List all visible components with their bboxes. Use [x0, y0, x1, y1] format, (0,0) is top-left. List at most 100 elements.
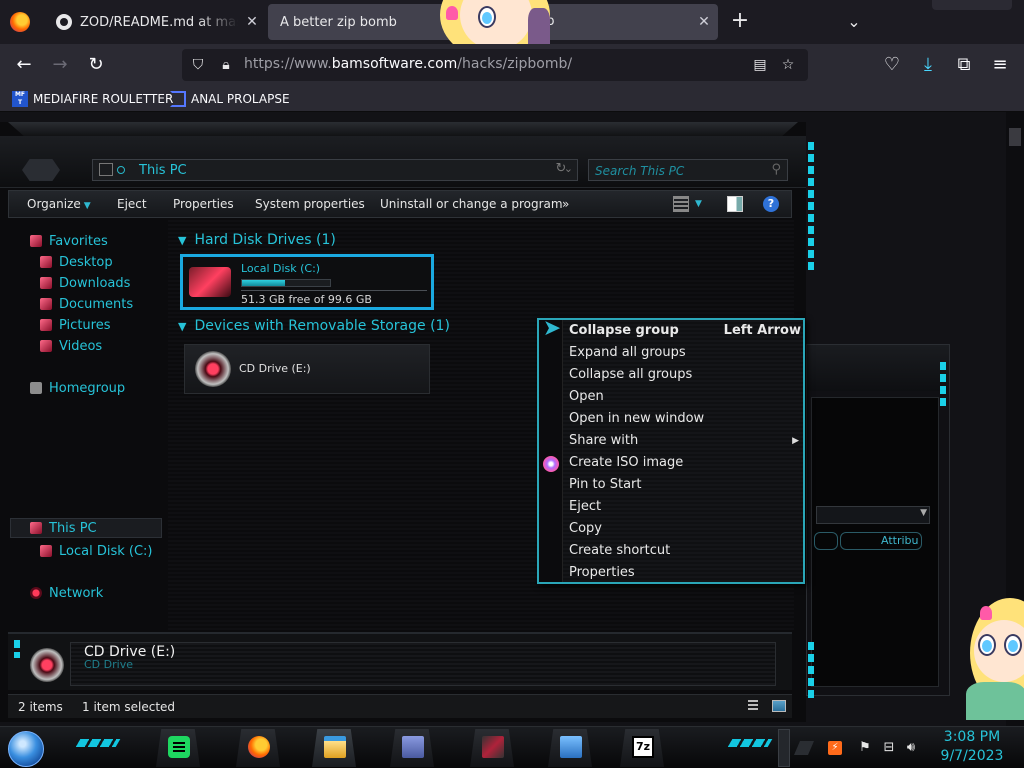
nav-documents[interactable]: Documents [40, 295, 133, 313]
menu-item-properties[interactable]: Properties [569, 562, 801, 584]
search-placeholder[interactable]: Search This PC [595, 164, 684, 178]
reader-view-icon[interactable]: ▤ [750, 55, 770, 75]
pocket-icon[interactable]: ♡ [878, 52, 906, 78]
organize-button[interactable]: Organize ▼ [27, 197, 91, 211]
help-icon[interactable]: ? [763, 196, 779, 212]
firefox-view-icon[interactable] [10, 12, 30, 32]
taskbar-app-firefox[interactable] [236, 729, 280, 767]
background-window-dropdown[interactable]: ▼ [816, 506, 930, 524]
context-menu: ➤ Collapse group Left Arrow Expand all g… [537, 316, 805, 584]
address-text[interactable]: This PC [139, 163, 187, 178]
menu-item-open-new-window[interactable]: Open in new window [569, 408, 801, 430]
volume-icon[interactable]: 🔊︎ [904, 741, 918, 755]
lock-icon[interactable]: 🔒︎ [216, 55, 236, 75]
extensions-icon[interactable]: ⧉ [950, 52, 978, 78]
page-scrollbar-thumb[interactable] [1009, 128, 1021, 146]
change-view-icon[interactable] [673, 196, 689, 212]
uninstall-program-button[interactable]: Uninstall or change a program [380, 197, 563, 211]
hamburger-menu-icon[interactable]: ≡ [986, 52, 1014, 78]
url-bar[interactable]: ⛉ 🔒︎ https://www.bamsoftware.com/hacks/z… [182, 49, 808, 81]
start-button[interactable] [8, 731, 44, 767]
status-item-count: 2 items [18, 700, 63, 714]
details-view-icon[interactable] [748, 700, 758, 712]
background-window-tab-a[interactable] [814, 532, 838, 550]
nav-downloads[interactable]: Downloads [40, 274, 130, 292]
url-text[interactable]: https://www.bamsoftware.com/hacks/zipbom… [244, 56, 572, 72]
context-menu-gutter [539, 320, 563, 582]
drive-tile-cd-drive[interactable]: CD Drive (E:) [184, 344, 430, 394]
menu-item-expand-all-groups[interactable]: Expand all groups [569, 342, 801, 364]
drive-tile-local-disk[interactable]: Local Disk (C:) 51.3 GB free of 99.6 GB [180, 254, 434, 310]
chevron-down-icon[interactable]: ▼ [695, 199, 711, 215]
menu-item-create-shortcut[interactable]: Create shortcut [569, 540, 801, 562]
bookmark-label: ANAL PROLAPSE [191, 92, 290, 106]
properties-button[interactable]: Properties [173, 197, 234, 211]
large-icons-view-icon[interactable] [772, 700, 786, 712]
nav-network[interactable]: Network [30, 584, 103, 602]
nav-label: Videos [59, 338, 103, 354]
window-frame-deco [940, 362, 946, 410]
menu-item-eject[interactable]: Eject [569, 496, 801, 518]
nav-videos[interactable]: Videos [40, 337, 102, 355]
refresh-icon[interactable]: ↻ [552, 161, 570, 179]
nav-pictures[interactable]: Pictures [40, 316, 110, 334]
tab-close-icon[interactable]: ✕ [690, 14, 718, 30]
taskbar-app-tool[interactable] [470, 729, 514, 767]
nav-desktop[interactable]: Desktop [40, 253, 113, 271]
new-tab-button[interactable]: + [728, 10, 752, 34]
downloads-icon [40, 277, 52, 289]
screen: ZOD/README.md at master · iam ✕ A better… [0, 0, 1024, 768]
bookmark-second[interactable]: ANAL PROLAPSE [170, 89, 290, 109]
menu-item-create-iso[interactable]: Create ISO image [569, 452, 801, 474]
reload-icon[interactable]: ↻ [82, 52, 110, 78]
taskbar-app-spotify[interactable] [156, 729, 200, 767]
tracking-shield-icon[interactable]: ⛉ [188, 55, 208, 75]
downloads-icon[interactable]: ⤓ [914, 52, 942, 78]
explorer-header: This PC ⌄ ↻ Search This PC ⚲ [0, 136, 806, 188]
system-clock[interactable]: 3:08 PM 9/7/2023 [928, 728, 1016, 766]
bookmark-mediafire[interactable]: MF T MEDIAFIRE ROULETTER [12, 89, 173, 109]
chevron-down-icon[interactable]: ▼ [178, 320, 186, 333]
nav-this-pc[interactable]: This PC [30, 519, 97, 537]
preview-pane-icon[interactable] [727, 196, 743, 212]
menu-item-collapse-group[interactable]: ➤ Collapse group Left Arrow [543, 316, 801, 342]
star-icon [30, 235, 42, 247]
menu-item-collapse-all-groups[interactable]: Collapse all groups [569, 364, 801, 386]
taskbar-app-file-explorer[interactable] [312, 729, 356, 767]
taskbar-app-7zip[interactable]: 7z [620, 729, 664, 767]
nav-homegroup[interactable]: Homegroup [30, 379, 125, 397]
action-center-flag-icon[interactable]: ⚑ [858, 741, 872, 755]
tab-close-icon[interactable]: ✕ [238, 14, 266, 30]
nav-local-disk[interactable]: Local Disk (C:) [40, 542, 152, 560]
bookmark-star-icon[interactable]: ☆ [778, 55, 798, 75]
tab-github-readme[interactable]: ZOD/README.md at master · iam ✕ [44, 2, 266, 42]
background-window-tab-attributes[interactable]: Attribu [840, 532, 922, 550]
network-icon[interactable]: ⊟ [882, 741, 896, 755]
more-commands-button[interactable]: » [562, 197, 569, 211]
menu-item-pin-to-start[interactable]: Pin to Start [569, 474, 801, 496]
menu-item-open[interactable]: Open [569, 386, 801, 408]
window-drag-area [932, 0, 1012, 10]
search-icon[interactable]: ⚲ [771, 162, 781, 177]
back-arrow-icon[interactable]: ← [10, 52, 38, 78]
search-box[interactable]: Search This PC ⚲ [588, 159, 788, 181]
pointer-arrow-icon: ➤ [542, 316, 562, 341]
background-window-panel: ▼ Attribu [811, 397, 939, 687]
group-header-hard-disks[interactable]: ▼ Hard Disk Drives (1) [178, 232, 336, 248]
drive-divider [241, 290, 427, 291]
chevron-down-icon[interactable]: ▼ [178, 234, 186, 247]
eject-button[interactable]: Eject [117, 197, 147, 211]
chevron-down-icon: ▼ [83, 201, 91, 211]
nav-favorites[interactable]: Favorites [30, 232, 108, 250]
taskbar-app-monitor[interactable] [548, 729, 592, 767]
forward-arrow-icon[interactable]: → [46, 52, 74, 78]
list-all-tabs-icon[interactable]: ⌄ [842, 12, 866, 32]
menu-item-share-with[interactable]: Share with ▶ [569, 430, 801, 452]
taskbar-app-control-panel[interactable] [390, 729, 434, 767]
menu-item-copy[interactable]: Copy [569, 518, 801, 540]
address-bar[interactable]: This PC ⌄ [92, 159, 578, 181]
group-header-removable[interactable]: ▼ Devices with Removable Storage (1) [178, 318, 450, 334]
tray-app-icon[interactable]: ⚡ [828, 741, 842, 755]
system-properties-button[interactable]: System properties [255, 197, 365, 211]
show-desktop-button[interactable] [778, 729, 790, 767]
